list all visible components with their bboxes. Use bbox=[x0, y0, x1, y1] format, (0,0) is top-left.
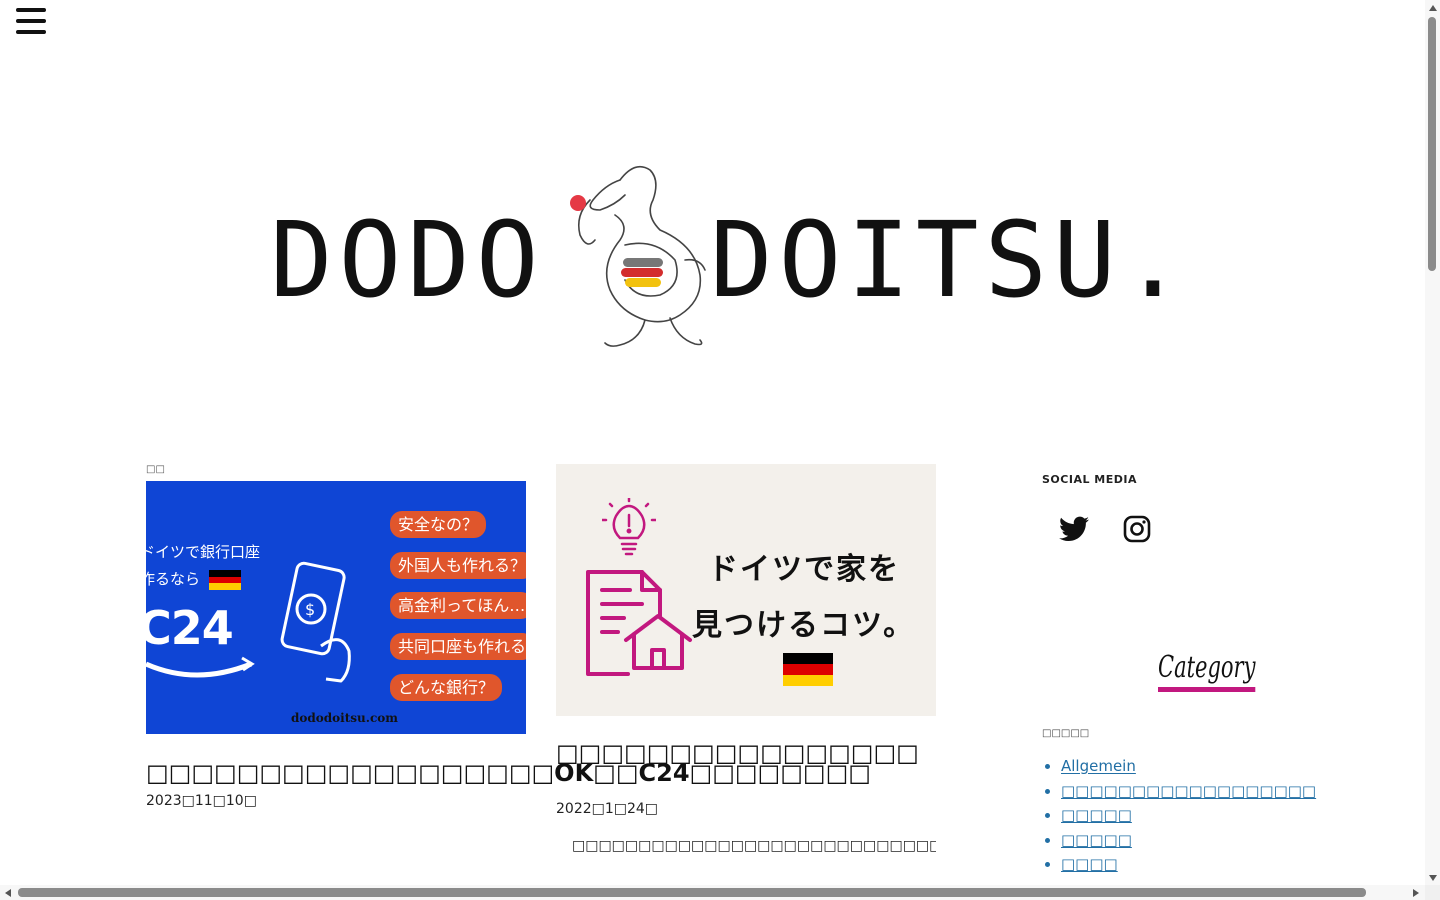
post-thumbnail[interactable]: ドイツで銀行口座 作るなら C24 $ 安全なの？ 外国人も作れる？ 高金利って… bbox=[146, 481, 526, 734]
category-item: □□□□□ bbox=[1061, 803, 1316, 828]
post-category[interactable]: □□ bbox=[146, 464, 526, 481]
post-date: 2023□11□10□ bbox=[146, 793, 257, 809]
post-title[interactable]: □□□□□□□□□□□□□□□□ bbox=[556, 738, 936, 769]
post-date: 2022□1□24□ bbox=[556, 801, 659, 817]
logo-text-right: DOITSU. bbox=[710, 199, 1191, 321]
social-media-heading: SOCIAL MEDIA bbox=[1042, 473, 1137, 486]
vertical-scrollbar[interactable] bbox=[1425, 0, 1440, 885]
thumbnail-line: ドイツで銀行口座 bbox=[146, 543, 261, 561]
hamburger-menu-icon[interactable] bbox=[16, 8, 46, 34]
thumbnail-pill: どんな銀行？ bbox=[390, 674, 503, 701]
svg-text:$: $ bbox=[305, 600, 315, 619]
lightbulb-idea-icon bbox=[602, 498, 656, 556]
twitter-icon[interactable] bbox=[1057, 512, 1090, 545]
category-item: □□□□□□□□□□□□□□□□□□ bbox=[1061, 779, 1316, 804]
social-links bbox=[1057, 512, 1402, 545]
thumbnail-pill: 外国人も作れる？ bbox=[390, 552, 526, 579]
thumbnail-pill: 共同口座も作れる bbox=[390, 633, 526, 660]
category-item: □□□□□ bbox=[1061, 828, 1316, 853]
smartphone-dollar-icon: $ bbox=[280, 561, 351, 683]
document-house-icon bbox=[586, 570, 692, 676]
post-thumbnail[interactable]: ドイツで家を 見つけるコツ。 bbox=[556, 464, 936, 716]
post-title[interactable]: □□□□□□□□□□□□□□□□□□OK□□C24□□□□□□□□ bbox=[146, 758, 871, 789]
thumbnail-line-text: 作るなら bbox=[146, 570, 201, 588]
german-flag-icon bbox=[783, 653, 833, 686]
category-list: Allgemein □□□□□□□□□□□□□□□□□□ □□□□□ □□□□□… bbox=[1042, 754, 1316, 877]
logo-text-left: DODO bbox=[270, 199, 545, 321]
thumbnail-headline-2: 見つけるコツ。 bbox=[692, 608, 916, 643]
scrollbar-corner bbox=[1425, 885, 1440, 900]
brand-swoosh-icon bbox=[146, 656, 255, 678]
thumbnail-text: ドイツで銀行口座 作るなら bbox=[146, 539, 260, 593]
scroll-down-arrow-icon[interactable] bbox=[1429, 875, 1437, 881]
thumbnail-url: dododoitsu.com bbox=[291, 711, 398, 725]
dodo-bird-logo bbox=[570, 165, 706, 347]
horizontal-scrollbar-thumb[interactable] bbox=[18, 888, 1366, 897]
thumbnail-pill: 高金利ってほん… bbox=[390, 592, 526, 619]
vertical-scrollbar-thumb[interactable] bbox=[1428, 17, 1436, 271]
post-card: □□ ドイツで銀行口座 作るなら C24 $ 安全なの？ 外国人も作れる？ 高金… bbox=[146, 464, 871, 809]
site-logo[interactable]: DODO DOITSU. bbox=[270, 160, 1184, 355]
post-excerpt: □□□□□□□□□□□□□□□□□□□□□□□□□□□□□□□□□□□□□□□□… bbox=[572, 838, 936, 854]
horizontal-scrollbar[interactable] bbox=[0, 885, 1425, 900]
category-item: □□□□ bbox=[1061, 852, 1316, 877]
german-flag-icon bbox=[208, 569, 241, 590]
scroll-up-arrow-icon[interactable] bbox=[1429, 5, 1437, 11]
thumbnail-line: 作るなら bbox=[146, 566, 260, 593]
category-item: Allgemein bbox=[1061, 754, 1316, 779]
category-link[interactable]: □□□□□ bbox=[1061, 806, 1132, 824]
post-card: ドイツで家を 見つけるコツ。 □□□□□□□□□□□□□□□□ 2022□1□2… bbox=[556, 464, 936, 863]
instagram-icon[interactable] bbox=[1120, 512, 1153, 545]
sidebar: SOCIAL MEDIA Category □□□□□ Allgemein □□… bbox=[1042, 470, 1402, 873]
category-link[interactable]: Allgemein bbox=[1061, 757, 1136, 775]
scroll-right-arrow-icon[interactable] bbox=[1413, 889, 1419, 897]
thumbnail-brand: C24 bbox=[146, 601, 234, 655]
category-widget-title: □□□□□ bbox=[1042, 728, 1090, 739]
category-link[interactable]: □□□□ bbox=[1061, 855, 1118, 873]
category-link[interactable]: □□□□□ bbox=[1061, 831, 1132, 849]
scroll-left-arrow-icon[interactable] bbox=[5, 889, 11, 897]
category-heading: Category bbox=[1158, 650, 1256, 692]
thumbnail-pill: 安全なの？ bbox=[390, 511, 487, 538]
category-link[interactable]: □□□□□□□□□□□□□□□□□□ bbox=[1061, 782, 1316, 800]
thumbnail-headline-1: ドイツで家を bbox=[708, 552, 900, 587]
